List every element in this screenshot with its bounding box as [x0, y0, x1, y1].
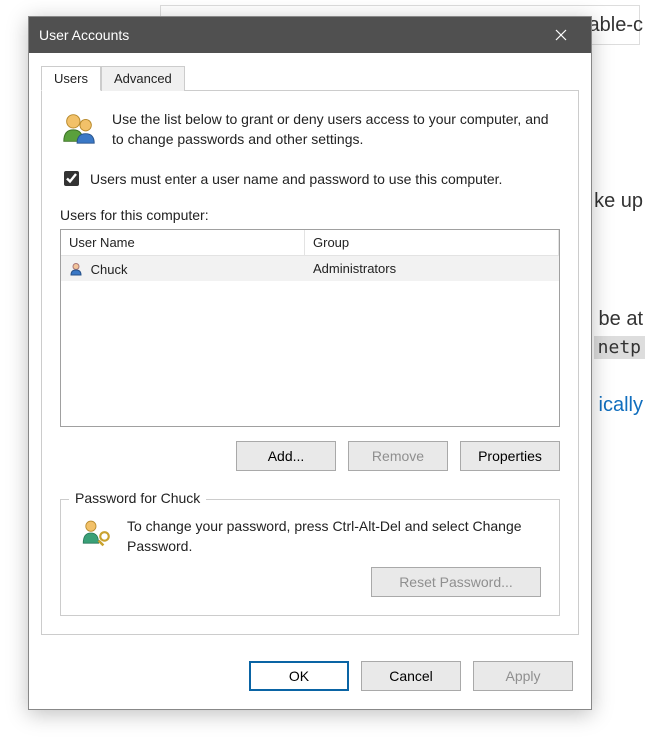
- password-fieldset: Password for Chuck To change your passwo…: [60, 499, 560, 616]
- tab-advanced[interactable]: Advanced: [101, 66, 185, 91]
- require-password-label: Users must enter a user name and passwor…: [90, 171, 502, 187]
- tabs: Users Advanced: [41, 65, 579, 91]
- column-group[interactable]: Group: [305, 230, 559, 255]
- key-user-icon: [79, 516, 113, 553]
- close-button[interactable]: [541, 17, 581, 53]
- remove-button: Remove: [348, 441, 448, 471]
- users-icon: [60, 109, 98, 150]
- user-accounts-dialog: User Accounts Users Advanced Use the lis…: [28, 16, 592, 710]
- password-text: To change your password, press Ctrl-Alt-…: [127, 516, 541, 557]
- reset-password-button: Reset Password...: [371, 567, 541, 597]
- grid-header: User Name Group: [61, 230, 559, 256]
- ok-button[interactable]: OK: [249, 661, 349, 691]
- require-password-checkbox[interactable]: [64, 171, 79, 186]
- users-for-computer-label: Users for this computer:: [60, 207, 560, 223]
- password-legend: Password for Chuck: [69, 490, 206, 506]
- window-title: User Accounts: [39, 27, 541, 43]
- tab-users[interactable]: Users: [41, 66, 101, 91]
- dialog-footer: OK Cancel Apply: [29, 647, 591, 709]
- group-cell: Administrators: [305, 257, 559, 280]
- column-user-name[interactable]: User Name: [61, 230, 305, 255]
- users-grid[interactable]: User Name Group Chuck Administrators: [60, 229, 560, 427]
- apply-button: Apply: [473, 661, 573, 691]
- intro-text: Use the list below to grant or deny user…: [112, 109, 560, 150]
- bg-word: be at: [599, 308, 643, 331]
- user-icon: [69, 262, 83, 276]
- bg-word: ke up: [594, 190, 643, 213]
- cancel-button[interactable]: Cancel: [361, 661, 461, 691]
- user-name-cell: Chuck: [91, 262, 128, 277]
- table-row[interactable]: Chuck Administrators: [61, 256, 559, 281]
- bg-link: ically: [599, 394, 643, 417]
- close-icon: [555, 29, 567, 41]
- tab-page-users: Use the list below to grant or deny user…: [41, 91, 579, 635]
- properties-button[interactable]: Properties: [460, 441, 560, 471]
- add-button[interactable]: Add...: [236, 441, 336, 471]
- titlebar: User Accounts: [29, 17, 591, 53]
- bg-code: netp: [594, 336, 645, 359]
